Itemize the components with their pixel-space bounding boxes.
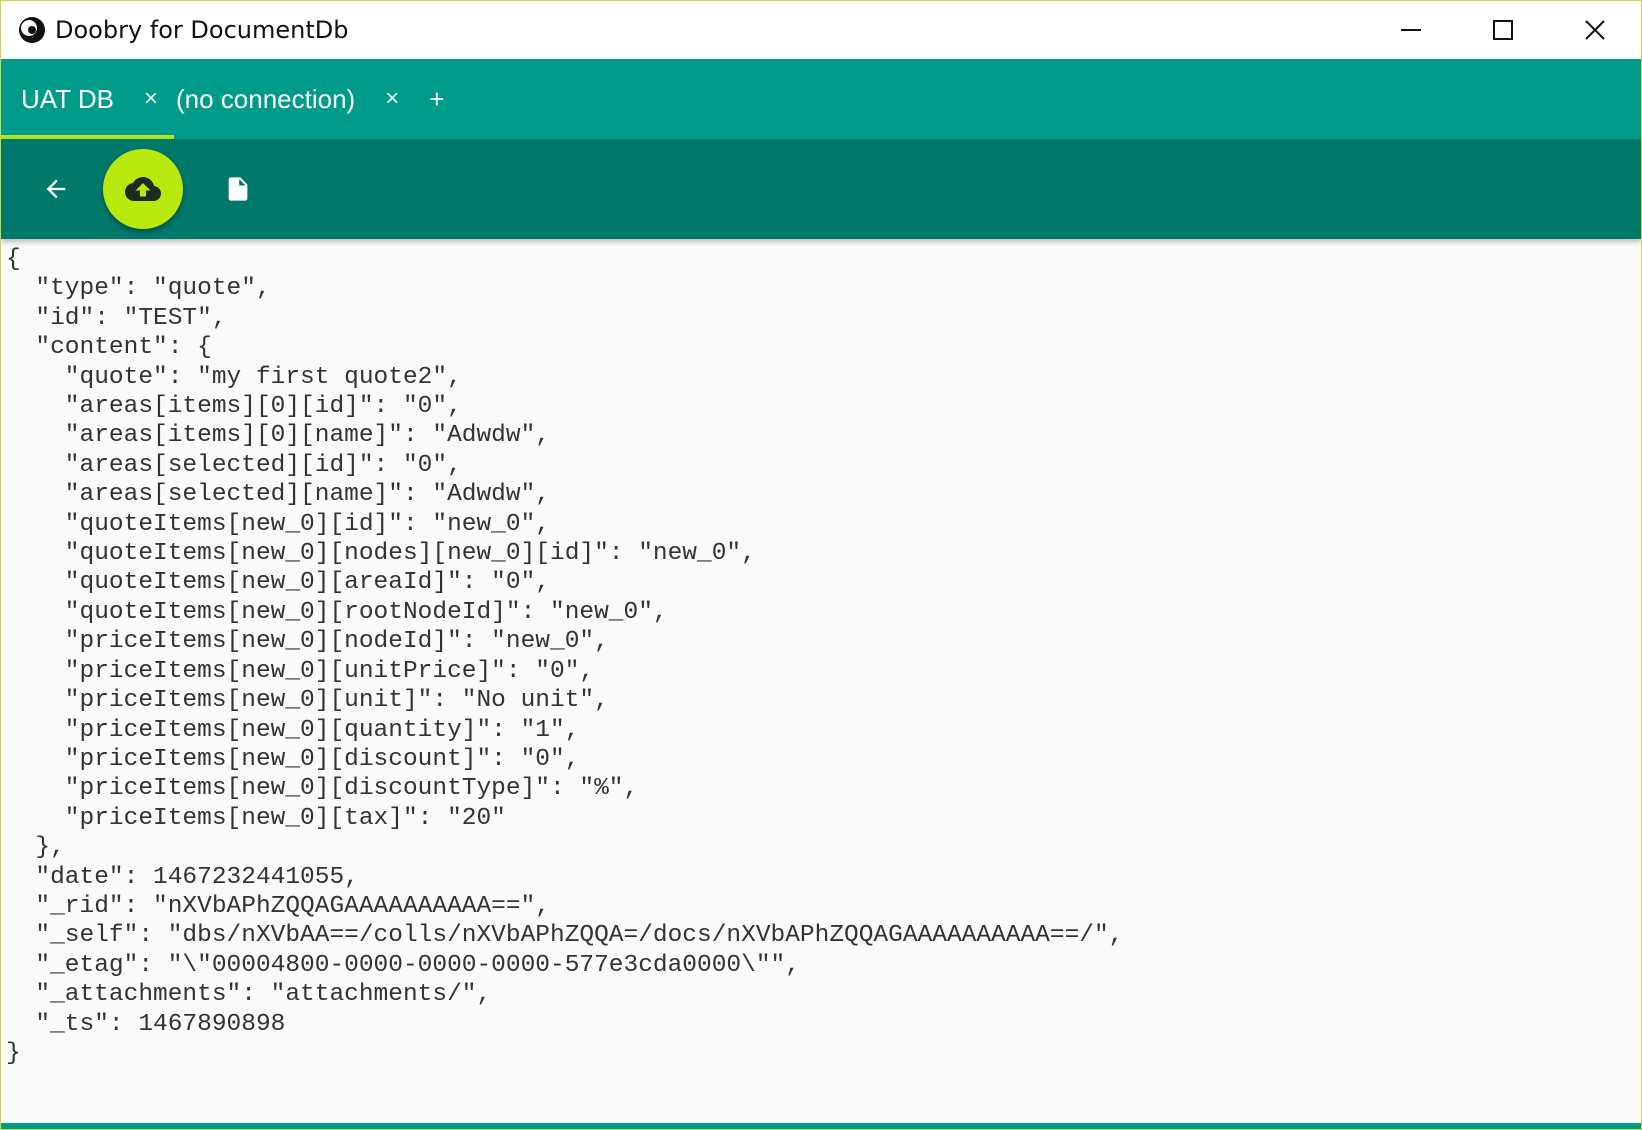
window-title: Doobry for DocumentDb (55, 16, 349, 44)
tab-uat-db[interactable]: UAT DB × (1, 59, 174, 139)
tab-bar: UAT DB × (no connection) × + (1, 59, 1641, 139)
tab-close-icon[interactable]: × (355, 85, 415, 113)
document-json-text[interactable]: { "type": "quote", "id": "TEST", "conten… (1, 239, 1641, 1068)
maximize-button[interactable] (1457, 1, 1549, 59)
doobry-logo-icon (19, 17, 45, 43)
tab-close-icon[interactable]: × (114, 85, 174, 113)
maximize-icon (1493, 20, 1513, 40)
title-bar: Doobry for DocumentDb (1, 1, 1641, 59)
cloud-upload-icon (125, 177, 161, 201)
tab-label: (no connection) (175, 83, 356, 114)
minimize-icon (1401, 29, 1421, 31)
tab-label: UAT DB (21, 83, 114, 114)
arrow-left-icon (46, 179, 66, 199)
bottom-accent-bar (1, 1123, 1641, 1129)
save-document-button[interactable] (103, 149, 183, 229)
window-controls (1365, 1, 1641, 59)
back-button[interactable] (29, 162, 83, 216)
close-window-button[interactable] (1549, 1, 1641, 59)
document-editor[interactable]: { "type": "quote", "id": "TEST", "conten… (1, 239, 1641, 1123)
app-window: Doobry for DocumentDb UAT DB × (no conne… (0, 0, 1642, 1130)
close-icon (1585, 20, 1605, 40)
minimize-button[interactable] (1365, 1, 1457, 59)
tab-no-connection[interactable]: (no connection) × (174, 59, 415, 139)
add-tab-button[interactable]: + (415, 59, 444, 139)
document-icon (228, 177, 248, 201)
new-document-button[interactable] (211, 162, 265, 216)
toolbar (1, 139, 1641, 239)
